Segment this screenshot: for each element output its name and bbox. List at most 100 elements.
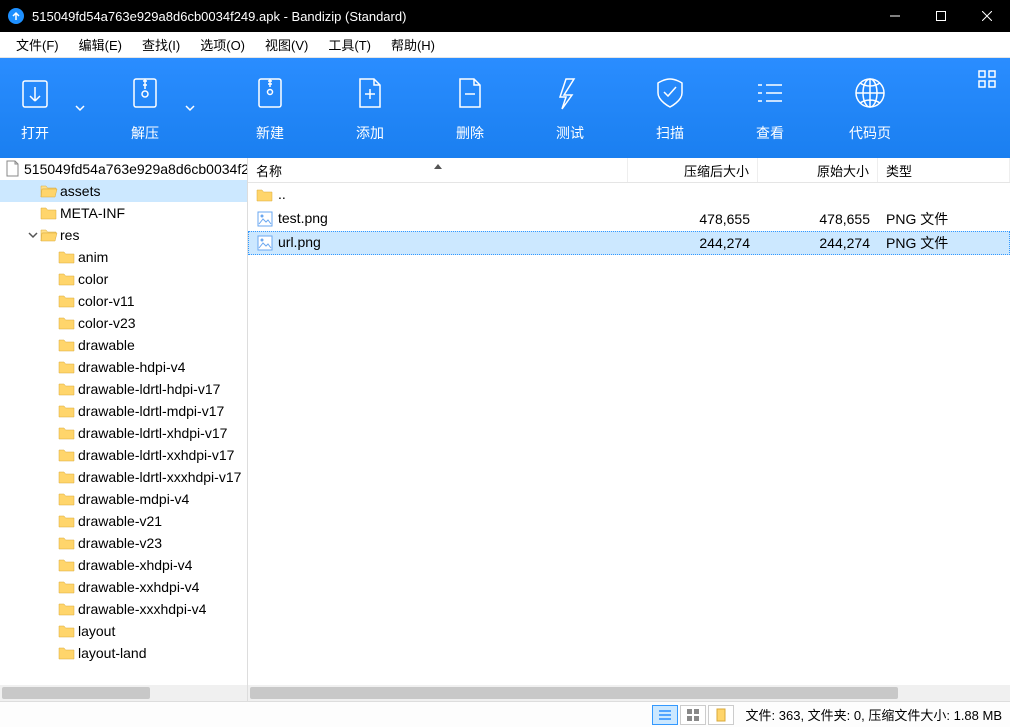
tree-item[interactable]: drawable-v21 [0,510,247,532]
chevron-down-icon[interactable] [26,230,40,240]
list-item-original: 244,274 [758,235,878,251]
list-item[interactable]: url.png244,274244,274PNG 文件 [248,231,1010,255]
col-type-label: 类型 [886,161,912,180]
col-compressed-label: 压缩后大小 [684,161,749,180]
toolbar-more-icon[interactable] [978,70,996,93]
tree-item[interactable]: anim [0,246,247,268]
tree-root-label: 515049fd54a763e929a8d6cb0034f249.apk [24,161,247,177]
col-compressed[interactable]: 压缩后大小 [628,158,758,182]
menu-view[interactable]: 视图(V) [255,33,318,56]
menu-bar: 文件(F) 编辑(E) 查找(I) 选项(O) 视图(V) 工具(T) 帮助(H… [0,32,1010,58]
tree-item[interactable]: assets [0,180,247,202]
folder-icon [40,204,58,222]
list-item[interactable]: test.png478,655478,655PNG 文件 [248,207,1010,231]
folder-icon [58,468,76,486]
add-label: 添加 [356,123,384,143]
minimize-button[interactable] [872,0,918,32]
tree-item[interactable]: drawable-mdpi-v4 [0,488,247,510]
tree-item[interactable]: color-v11 [0,290,247,312]
folder-icon [58,578,76,596]
tree-item-label: color-v23 [78,315,136,331]
extract-dropdown[interactable] [180,58,200,158]
folder-icon [40,226,58,244]
folder-icon [58,446,76,464]
col-original[interactable]: 原始大小 [758,158,878,182]
extract-button[interactable]: 解压 [110,65,180,151]
close-button[interactable] [964,0,1010,32]
open-button[interactable]: 打开 [0,65,70,151]
image-file-icon [256,234,274,252]
tree-item[interactable]: drawable-ldrtl-xhdpi-v17 [0,422,247,444]
folder-icon [58,292,76,310]
tree-item-label: layout-land [78,645,147,661]
tree-item-label: drawable-ldrtl-hdpi-v17 [78,381,220,397]
list-up-item[interactable]: .. [248,183,1010,207]
view-simple-button[interactable] [708,705,734,725]
scan-icon [652,73,688,113]
folder-icon [58,534,76,552]
tree-item[interactable]: drawable [0,334,247,356]
tree-item[interactable]: drawable-xxhdpi-v4 [0,576,247,598]
add-button[interactable]: 添加 [320,65,420,151]
tree-item[interactable]: layout-land [0,642,247,664]
test-button[interactable]: 测试 [520,65,620,151]
tree-item[interactable]: drawable-v23 [0,532,247,554]
tree-item[interactable]: drawable-xhdpi-v4 [0,554,247,576]
tree-item-label: drawable-mdpi-v4 [78,491,189,507]
view-details-button[interactable] [652,705,678,725]
view-gallery-button[interactable] [680,705,706,725]
tree-item[interactable]: drawable-ldrtl-xxhdpi-v17 [0,444,247,466]
menu-options[interactable]: 选项(O) [190,33,255,56]
menu-tools[interactable]: 工具(T) [318,33,381,56]
tree-item[interactable]: drawable-hdpi-v4 [0,356,247,378]
list-item-name: test.png [278,210,328,226]
tree-root[interactable]: 515049fd54a763e929a8d6cb0034f249.apk [0,158,247,180]
menu-help[interactable]: 帮助(H) [381,33,445,56]
add-icon [352,73,388,113]
menu-edit[interactable]: 编辑(E) [69,33,132,56]
tree-item[interactable]: color-v23 [0,312,247,334]
open-dropdown[interactable] [70,58,90,158]
folder-icon [58,600,76,618]
new-button[interactable]: 新建 [220,65,320,151]
tree-item[interactable]: META-INF [0,202,247,224]
delete-button[interactable]: 删除 [420,65,520,151]
col-name[interactable]: 名称 [248,158,628,182]
menu-file[interactable]: 文件(F) [6,33,69,56]
list-item-original: 478,655 [758,211,878,227]
view-button[interactable]: 查看 [720,65,820,151]
new-label: 新建 [256,123,284,143]
tree-item-label: color-v11 [78,293,135,309]
menu-find[interactable]: 查找(I) [132,33,190,56]
tree-item[interactable]: drawable-xxxhdpi-v4 [0,598,247,620]
tree-item-label: color [78,271,108,287]
tree-item-label: res [60,227,79,243]
folder-icon [256,186,274,204]
delete-label: 删除 [456,123,484,143]
tree-item-label: drawable-ldrtl-xxhdpi-v17 [78,447,234,463]
folder-tree[interactable]: 515049fd54a763e929a8d6cb0034f249.apk asse… [0,158,248,701]
folder-icon [58,644,76,662]
folder-icon [58,270,76,288]
col-type[interactable]: 类型 [878,158,1010,182]
tree-item[interactable]: drawable-ldrtl-mdpi-v17 [0,400,247,422]
list-up-label: .. [278,186,286,202]
tree-item-label: drawable-xxhdpi-v4 [78,579,199,595]
extract-icon [127,73,163,113]
tree-h-scrollbar[interactable] [0,685,247,701]
folder-icon [58,380,76,398]
list-h-scrollbar[interactable] [248,685,1010,701]
folder-icon [58,314,76,332]
scan-label: 扫描 [656,123,684,143]
folder-icon [58,512,76,530]
maximize-button[interactable] [918,0,964,32]
codepage-button[interactable]: 代码页 [820,65,920,151]
tree-item[interactable]: color [0,268,247,290]
scan-button[interactable]: 扫描 [620,65,720,151]
tree-item[interactable]: drawable-ldrtl-hdpi-v17 [0,378,247,400]
tree-item[interactable]: res [0,224,247,246]
tree-item[interactable]: drawable-ldrtl-xxxhdpi-v17 [0,466,247,488]
folder-icon [58,622,76,640]
tree-item[interactable]: layout [0,620,247,642]
extract-label: 解压 [131,123,159,143]
